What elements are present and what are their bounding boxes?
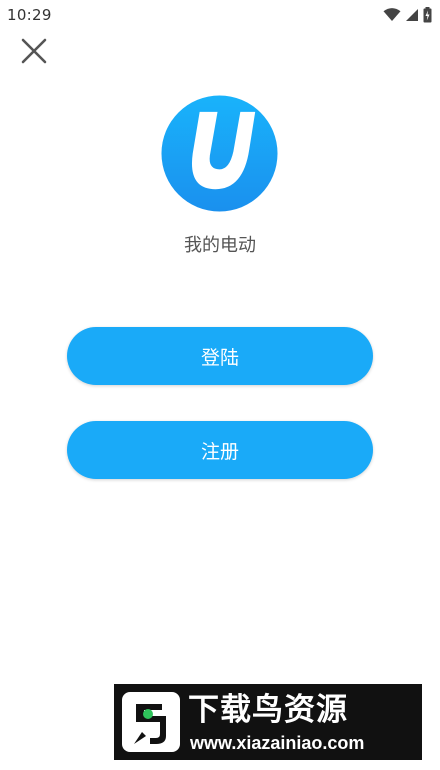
cellular-signal-icon bbox=[406, 9, 418, 21]
status-time: 10:29 bbox=[7, 6, 52, 24]
app-name: 我的电动 bbox=[184, 235, 256, 256]
status-icons bbox=[383, 6, 432, 24]
battery-icon bbox=[423, 7, 432, 23]
watermark-banner: 下载鸟资源 www.xiazainiao.com bbox=[114, 684, 422, 760]
login-button[interactable]: 登陆 bbox=[67, 327, 373, 385]
app-logo-u-icon bbox=[161, 95, 278, 212]
watermark-url: www.xiazainiao.com bbox=[190, 733, 365, 753]
status-bar: 10:29 bbox=[0, 0, 440, 30]
wifi-icon bbox=[383, 8, 401, 21]
close-button[interactable] bbox=[14, 34, 54, 68]
register-button[interactable]: 注册 bbox=[67, 421, 373, 479]
watermark-title: 下载鸟资源 bbox=[188, 692, 348, 728]
login-screen: 10:29 我的电动 登陆 注册 下载鸟资源 www.xiazainiao.co… bbox=[0, 0, 440, 770]
close-icon bbox=[21, 38, 47, 64]
watermark-bird-logo bbox=[122, 692, 180, 752]
